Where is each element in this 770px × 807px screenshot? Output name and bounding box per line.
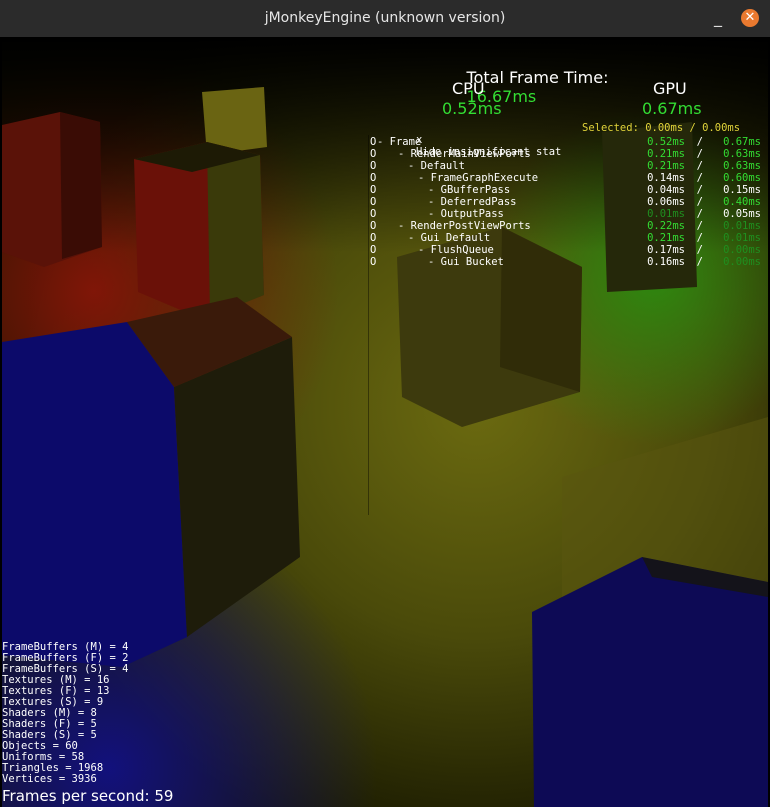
row-separator: / [696,208,703,220]
row-label: - Frame [377,136,422,148]
profiler-row[interactable]: O - RenderMainViewPorts 0.21ms / 0.63ms [370,148,765,160]
profiler-row[interactable]: O - OutputPass 0.01ms / 0.05ms [370,208,765,220]
row-label: - RenderMainViewPorts [398,148,531,160]
row-label: - OutputPass [428,208,504,220]
row-gpu-time: 0.01ms [723,220,761,232]
row-separator: / [696,256,703,268]
row-separator: / [696,184,703,196]
row-gpu-time: 0.63ms [723,148,761,160]
profiler-row[interactable]: O - Gui Default 0.21ms / 0.01ms [370,232,765,244]
row-gpu-time: 0.05ms [723,208,761,220]
row-cpu-time: 0.22ms [647,220,685,232]
row-cpu-time: 0.21ms [647,160,685,172]
row-cpu-time: 0.21ms [647,148,685,160]
row-separator: / [696,148,703,160]
row-separator: / [696,172,703,184]
row-label: - RenderPostViewPorts [398,220,531,232]
total-frame-label: Total Frame Time: [466,68,609,87]
row-toggle[interactable]: O [370,208,376,220]
render-viewport[interactable]: Total Frame Time: 16.67ms CPU 0.52ms GPU… [2,37,768,807]
stats-panel: FrameBuffers (M) = 4 FrameBuffers (F) = 2… [2,642,128,785]
row-gpu-time: 0.00ms [723,244,761,256]
row-separator: / [696,196,703,208]
row-toggle[interactable]: O [370,172,376,184]
row-toggle[interactable]: O [370,232,376,244]
row-cpu-time: 0.06ms [647,196,685,208]
minimize-button[interactable]: _ [710,6,726,30]
row-cpu-time: 0.17ms [647,244,685,256]
application-window: jMonkeyEngine (unknown version) _ ✕ Tota… [0,0,770,807]
row-toggle[interactable]: O [370,256,376,268]
row-gpu-time: 0.60ms [723,172,761,184]
profiler-row[interactable]: O - Gui Bucket 0.16ms / 0.00ms [370,256,765,268]
row-separator: / [696,136,703,148]
row-label: - FrameGraphExecute [418,172,539,184]
row-separator: / [696,160,703,172]
row-gpu-time: 0.00ms [723,256,761,268]
row-cpu-time: 0.16ms [647,256,685,268]
row-toggle[interactable]: O [370,196,376,208]
stat-line: Vertices = 3936 [2,773,97,785]
row-gpu-time: 0.40ms [723,196,761,208]
profiler-row[interactable]: O - FrameGraphExecute 0.14ms / 0.60ms [370,172,765,184]
row-label: - FlushQueue [418,244,494,256]
row-cpu-time: 0.14ms [647,172,685,184]
row-cpu-time: 0.01ms [647,208,685,220]
row-gpu-time: 0.67ms [723,136,761,148]
row-separator: / [696,220,703,232]
cpu-label: CPU [452,79,485,98]
row-toggle[interactable]: O [370,220,376,232]
profiler-row[interactable]: O - FlushQueue 0.17ms / 0.00ms [370,244,765,256]
close-button[interactable]: ✕ [741,9,759,27]
row-label: - Gui Default [408,232,491,244]
row-cpu-time: 0.52ms [647,136,685,148]
row-label: - Default [408,160,465,172]
profiler-row[interactable]: O - DeferredPass 0.06ms / 0.40ms [370,196,765,208]
row-separator: / [696,232,703,244]
row-gpu-time: 0.15ms [723,184,761,196]
cpu-value: 0.52ms [442,99,502,118]
row-label: - GBufferPass [428,184,511,196]
window-title: jMonkeyEngine (unknown version) [264,10,506,26]
row-cpu-time: 0.04ms [647,184,685,196]
row-toggle[interactable]: O [370,160,376,172]
gpu-label: GPU [653,79,687,98]
row-label: - DeferredPass [428,196,517,208]
row-toggle[interactable]: O [370,136,376,148]
row-cpu-time: 0.21ms [647,232,685,244]
row-toggle[interactable]: O [370,244,376,256]
gpu-value: 0.67ms [642,99,702,118]
row-gpu-time: 0.63ms [723,160,761,172]
title-bar[interactable]: jMonkeyEngine (unknown version) _ ✕ [0,0,770,37]
profiler-row[interactable]: O - Default 0.21ms / 0.63ms [370,160,765,172]
row-toggle[interactable]: O [370,184,376,196]
fps-counter: Frames per second: 59 [2,787,174,805]
profiler-row[interactable]: O - GBufferPass 0.04ms / 0.15ms [370,184,765,196]
selected-time: Selected: 0.00ms / 0.00ms [582,122,741,134]
row-toggle[interactable]: O [370,148,376,160]
row-gpu-time: 0.01ms [723,232,761,244]
row-separator: / [696,244,703,256]
row-label: - Gui Bucket [428,256,504,268]
profiler-row[interactable]: O- Frame 0.52ms / 0.67ms [370,136,765,148]
profiler-row[interactable]: O - RenderPostViewPorts 0.22ms / 0.01ms [370,220,765,232]
